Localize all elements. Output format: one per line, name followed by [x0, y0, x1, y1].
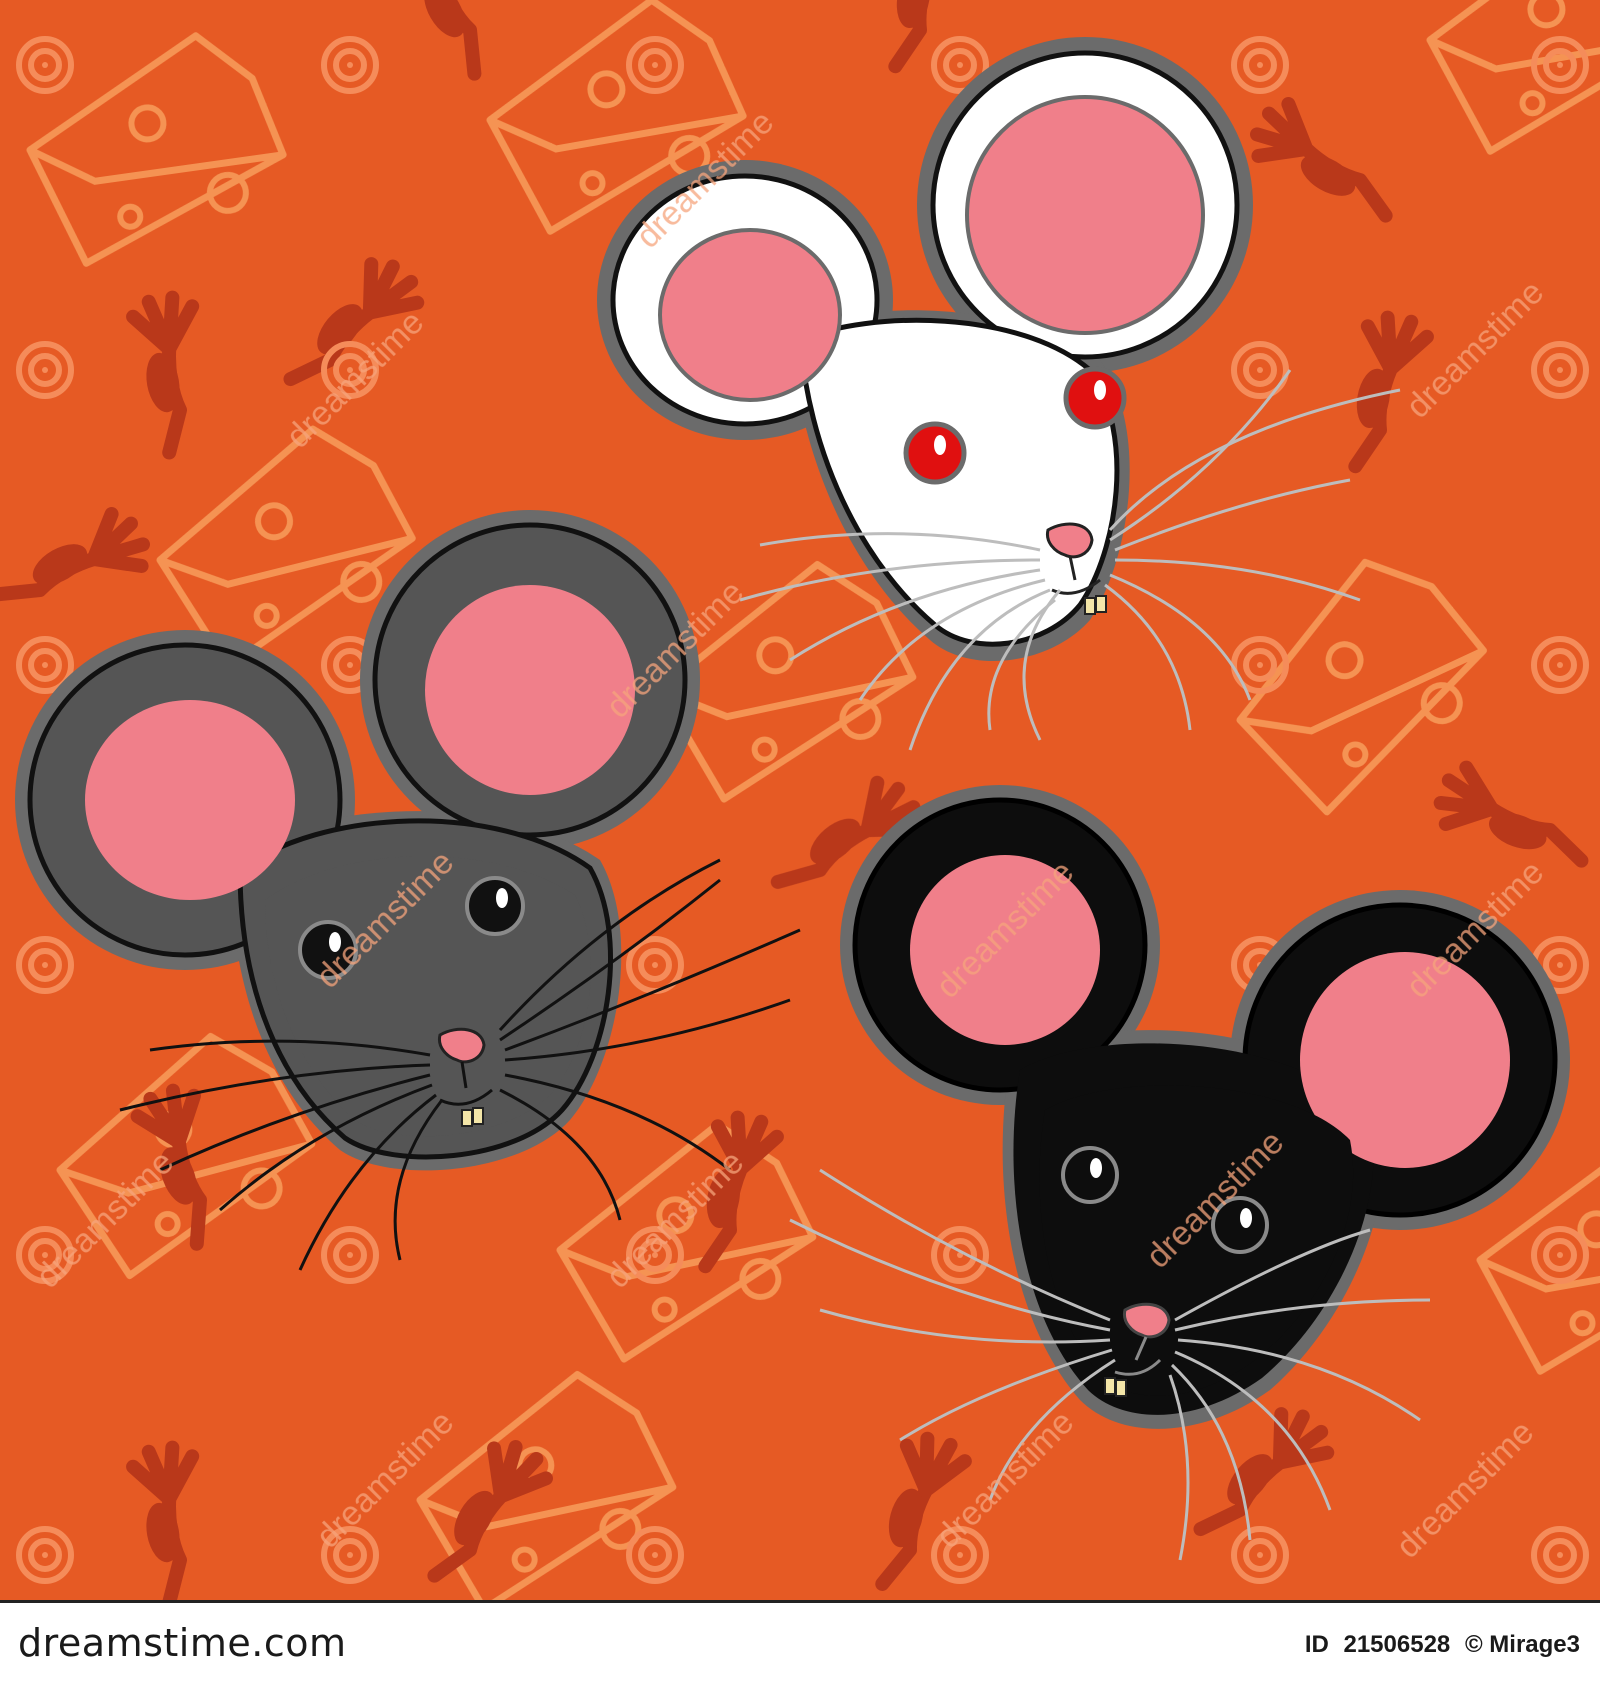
ear-inner: [85, 700, 295, 900]
eye: [903, 421, 967, 485]
eye: [465, 876, 525, 936]
footer: dreamstime.com ID 21506528 © Mirage3: [0, 1600, 1600, 1690]
ear-inner: [965, 95, 1205, 335]
id-value: 21506528: [1343, 1631, 1451, 1658]
ear-inner: [425, 585, 635, 795]
eye: [1063, 366, 1127, 430]
eye: [1061, 1146, 1119, 1204]
id-label: ID: [1304, 1631, 1329, 1658]
footer-meta: ID 21506528 © Mirage3: [1297, 1631, 1580, 1659]
footer-brand[interactable]: dreamstime.com: [18, 1621, 346, 1665]
mice-illustration: dreamstimedreamstimedreamstimedreamstime…: [0, 0, 1600, 1600]
copyright: © Mirage3: [1464, 1631, 1580, 1658]
ear-inner: [658, 228, 842, 402]
